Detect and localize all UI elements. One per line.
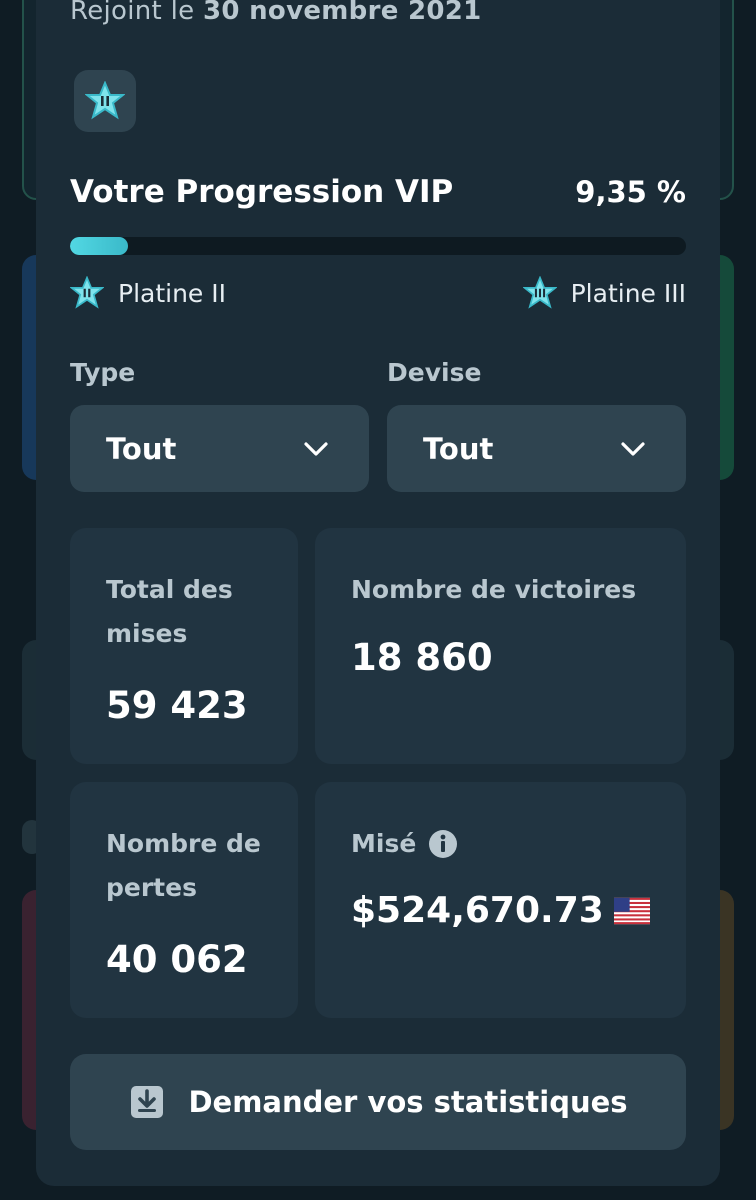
wagered-value-row: $524,670.73 [351,890,650,931]
losses-value: 40 062 [106,938,248,981]
vip-progress-bar [70,237,686,255]
platinum-star-iii-icon [522,276,557,309]
vip-levels: Platine II Platine III [70,276,686,310]
wins-value: 18 860 [351,636,493,679]
vip-progress-percent: 9,35 % [575,175,686,209]
vip-badge [74,70,136,132]
next-level: Platine III [522,276,686,310]
us-flag-icon [613,897,650,924]
request-statistics-label: Demander vos statistiques [188,1085,628,1119]
losses-card: Nombre de pertes 40 062 [70,782,298,1018]
vip-progress-title: Votre Progression VIP [70,174,454,210]
platinum-star-ii-icon [85,81,125,120]
losses-label: Nombre de pertes [106,829,261,902]
total-bets-card: Total des mises 59 423 [70,528,298,764]
currency-label: Devise [387,358,482,387]
joined-date-text: Rejoint le 30 novembre 2021 [70,0,482,26]
current-level-label: Platine II [118,278,227,308]
type-select[interactable]: Tout [70,405,369,492]
wagered-label: Misé [351,829,417,858]
total-bets-value: 59 423 [106,684,248,727]
total-bets-label: Total des mises [106,575,233,648]
download-tray-icon [131,1086,164,1118]
currency-select[interactable]: Tout [387,405,686,492]
wins-card: Nombre de victoires 18 860 [315,528,686,764]
type-label: Type [70,358,136,387]
chevron-down-icon [304,441,328,456]
wagered-card: Misé $524,670.73 [315,782,686,1018]
info-icon[interactable] [428,829,458,859]
vip-progress-fill [70,237,128,255]
wagered-label-row: Misé [351,822,650,866]
next-level-label: Platine III [570,278,686,308]
vip-progress-header: Votre Progression VIP 9,35 % [70,174,686,210]
chevron-down-icon [621,441,645,456]
current-level: Platine II [70,276,226,310]
background-bottom-nav [0,1186,756,1200]
request-statistics-button[interactable]: Demander vos statistiques [70,1054,686,1150]
type-select-value: Tout [106,431,177,466]
currency-select-value: Tout [423,431,494,466]
platinum-star-ii-icon [70,276,104,309]
wins-label: Nombre de victoires [351,575,637,604]
wagered-value: $524,670.73 [351,890,604,931]
